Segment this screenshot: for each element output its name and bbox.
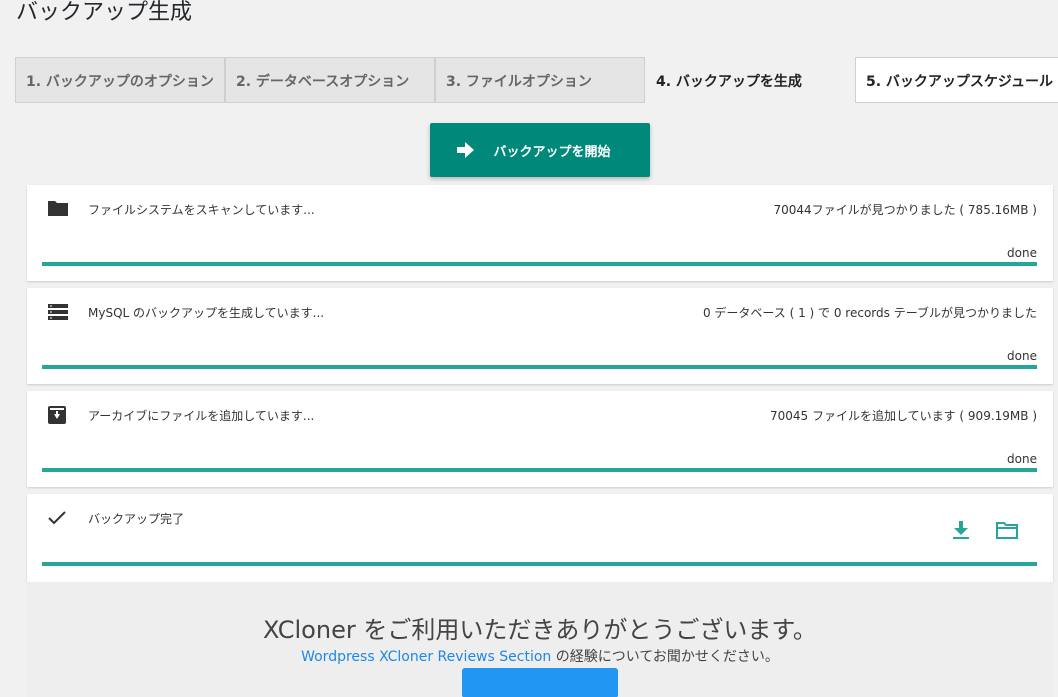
step-mysql-backup: MySQL のバックアップを生成しています... 0 データベース ( 1 ) … xyxy=(27,288,1053,384)
database-list-icon xyxy=(47,302,68,322)
archive-icon xyxy=(47,405,67,425)
page-title: バックアップ生成 xyxy=(16,0,193,25)
progress-fill xyxy=(42,562,1037,566)
progress-bar xyxy=(42,468,1037,472)
arrow-right-icon xyxy=(457,142,475,158)
step-label: アーカイブにファイルを追加しています... xyxy=(88,409,315,423)
progress-bar xyxy=(42,262,1037,266)
thanks-title: XCloner をご利用いただきありがとうございます。 xyxy=(263,616,817,644)
thanks-line-suffix: の経験についてお聞かせください。 xyxy=(551,649,779,665)
step-status: 70044ファイルが見つかりました ( 785.16MB ) xyxy=(773,203,1037,217)
thanks-line: Wordpress XCloner Reviews Section の経験につい… xyxy=(27,646,1053,666)
check-icon xyxy=(47,508,67,528)
step-backup-complete: バックアップ完了 xyxy=(27,494,1053,582)
page: バックアップ生成 1. バックアップのオプション 2. データベースオプション … xyxy=(0,0,1058,697)
step-status: 0 データベース ( 1 ) で 0 records テーブルが見つかりました xyxy=(702,306,1037,320)
download-icon[interactable] xyxy=(949,519,973,541)
tab-file-options[interactable]: 3. ファイルオプション xyxy=(435,57,645,103)
step-label: ファイルシステムをスキャンしています... xyxy=(88,203,315,217)
tab-generate-backup[interactable]: 4. バックアップを生成 xyxy=(645,57,855,103)
folder-open-icon[interactable] xyxy=(995,519,1019,541)
step-label: MySQL のバックアップを生成しています... xyxy=(88,306,325,320)
tab-database-options[interactable]: 2. データベースオプション xyxy=(225,57,435,103)
start-backup-button[interactable]: バックアップを開始 xyxy=(430,123,650,177)
folder-icon xyxy=(47,199,68,219)
step-tabs: 1. バックアップのオプション 2. データベースオプション 3. ファイルオプ… xyxy=(15,57,1058,103)
tab-backup-schedule[interactable]: 5. バックアップスケジュール xyxy=(855,57,1058,103)
review-button[interactable] xyxy=(462,668,618,697)
reviews-link[interactable]: Wordpress XCloner Reviews Section xyxy=(301,649,551,665)
progress-fill xyxy=(42,262,1037,266)
tab-backup-options[interactable]: 1. バックアップのオプション xyxy=(15,57,225,103)
backup-actions xyxy=(949,519,1019,541)
progress-fill xyxy=(42,468,1037,472)
step-done: done xyxy=(1007,452,1037,466)
progress-bar xyxy=(42,562,1037,566)
start-backup-label: バックアップを開始 xyxy=(493,144,611,160)
progress-fill xyxy=(42,365,1037,369)
step-add-to-archive: アーカイブにファイルを追加しています... 70045 ファイルを追加しています… xyxy=(27,391,1053,487)
step-done: done xyxy=(1007,349,1037,363)
step-status: 70045 ファイルを追加しています ( 909.19MB ) xyxy=(769,409,1037,423)
step-scan-filesystem: ファイルシステムをスキャンしています... 70044ファイルが見つかりました … xyxy=(27,185,1053,281)
thanks-section: XCloner をご利用いただきありがとうございます。 Wordpress XC… xyxy=(27,582,1053,697)
progress-bar xyxy=(42,365,1037,369)
step-done: done xyxy=(1007,246,1037,260)
step-label: バックアップ完了 xyxy=(88,512,185,526)
